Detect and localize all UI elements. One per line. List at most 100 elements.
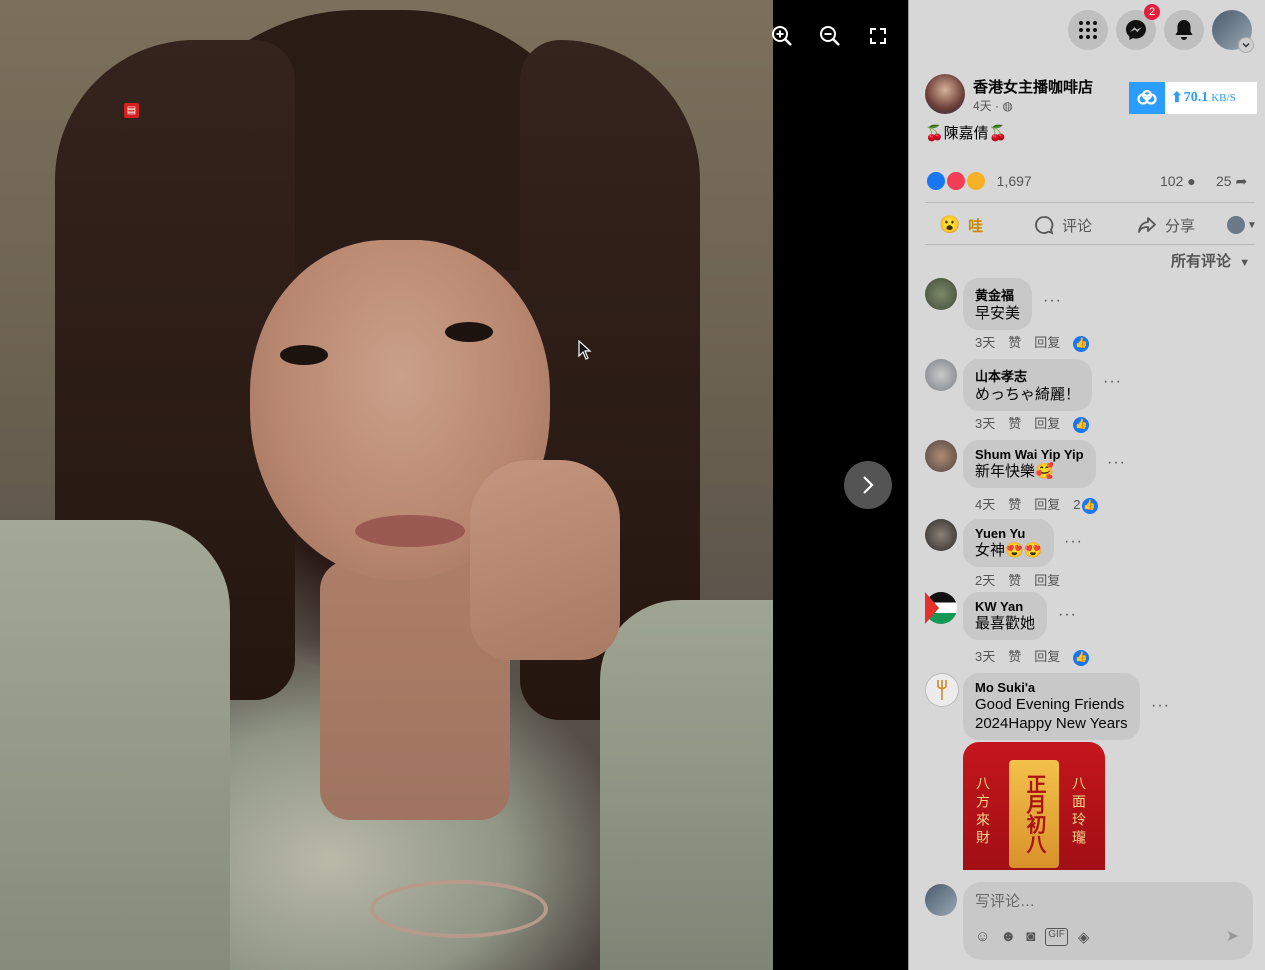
avatar-sticker-icon[interactable]: ☺: [975, 928, 990, 946]
account-chevron-icon[interactable]: [1238, 37, 1254, 53]
react-label: 哇: [968, 217, 984, 235]
wow-icon: 😮: [939, 215, 961, 234]
more-options-icon[interactable]: ···: [1043, 292, 1062, 310]
like-link[interactable]: 赞: [1008, 573, 1021, 588]
share-label: 分享: [1165, 217, 1196, 235]
comment-sort-dropdown[interactable]: 所有评论 ▼: [1171, 250, 1250, 271]
more-options-icon[interactable]: ···: [1058, 606, 1077, 624]
commenter-name[interactable]: Yuen Yu: [975, 526, 1042, 541]
commenter-name[interactable]: 山本孝志: [975, 366, 1080, 385]
composer-avatar[interactable]: [925, 884, 957, 916]
commenter-name[interactable]: 黄金福: [975, 285, 1020, 304]
messenger-button[interactable]: 2: [1116, 4, 1160, 50]
like-link[interactable]: 赞: [1008, 649, 1021, 664]
reply-link[interactable]: 回复: [1034, 573, 1060, 588]
like-reaction-icon[interactable]: [925, 170, 947, 192]
speed-value: 70.1: [1183, 90, 1209, 105]
gif-icon[interactable]: GIF: [1045, 928, 1068, 946]
share-count[interactable]: 25 ➦: [1216, 173, 1247, 190]
like-badge-icon[interactable]: 👍: [1081, 497, 1098, 514]
more-options-icon[interactable]: ···: [1151, 697, 1170, 715]
reply-link[interactable]: 回复: [1034, 649, 1060, 664]
commenter-avatar[interactable]: [925, 519, 957, 551]
photo-lips: [355, 515, 465, 547]
zoom-out-icon[interactable]: [814, 20, 846, 52]
page-name[interactable]: 香港女主播咖啡店: [973, 76, 1093, 97]
page-avatar[interactable]: [925, 74, 965, 114]
reply-link[interactable]: 回复: [1034, 335, 1060, 350]
photo-eye-left: [280, 345, 328, 365]
like-link[interactable]: 赞: [1008, 335, 1021, 350]
like-badge-icon[interactable]: 👍: [1073, 649, 1090, 666]
comment-count[interactable]: 102 ●: [1160, 173, 1196, 189]
zoom-in-icon[interactable]: [766, 20, 798, 52]
comment-text: 女神😍😍: [975, 542, 1043, 559]
comment-time[interactable]: 3天: [975, 649, 995, 664]
comment-text: 最喜歡她: [975, 615, 1036, 632]
emoji-icon[interactable]: ☻: [1000, 928, 1016, 946]
comment-time[interactable]: 4天: [975, 497, 995, 512]
comment-text: 新年快樂🥰: [975, 463, 1054, 480]
commenter-avatar[interactable]: [925, 359, 957, 391]
more-options-icon[interactable]: ···: [1064, 533, 1083, 551]
notifications-button[interactable]: [1164, 10, 1204, 50]
react-button[interactable]: 😮 哇: [939, 212, 983, 238]
like-badge-icon[interactable]: 👍: [1073, 416, 1090, 433]
like-badge-icon[interactable]: 👍: [1073, 335, 1090, 352]
comment-time[interactable]: 2天: [975, 573, 995, 588]
comment-input[interactable]: 写评论…: [975, 890, 1035, 911]
caret-down-icon: ▼: [1247, 219, 1257, 231]
share-button[interactable]: 分享: [1137, 212, 1195, 238]
post-photo[interactable]: [0, 0, 773, 970]
divider: [925, 244, 1255, 245]
photo-bracelet: [370, 880, 548, 938]
comment-icon: [1035, 216, 1054, 235]
share-arrow-icon: ➦: [1235, 173, 1248, 189]
send-icon[interactable]: ➤: [1226, 926, 1239, 946]
red-tag-icon[interactable]: ▤: [124, 103, 139, 118]
love-reaction-icon[interactable]: [944, 170, 967, 192]
comment-bubble: Mo Suki'a Good Evening Friends 2024Happy…: [963, 673, 1140, 740]
like-link[interactable]: 赞: [1008, 416, 1021, 431]
like-count[interactable]: 2: [1073, 497, 1080, 512]
more-options-icon[interactable]: ···: [1103, 373, 1122, 391]
photo-eye-right: [445, 322, 493, 342]
comment-composer[interactable]: 写评论… ☺ ☻ ◙ GIF ◈ ➤: [963, 882, 1253, 960]
globe-icon: ◍: [1002, 99, 1013, 113]
commenter-name[interactable]: Mo Suki'a: [975, 680, 1128, 695]
like-link[interactable]: 赞: [1008, 497, 1021, 512]
sticker-icon[interactable]: ◈: [1078, 928, 1090, 946]
camera-icon[interactable]: ◙: [1026, 928, 1035, 946]
reply-link[interactable]: 回复: [1034, 416, 1060, 431]
reply-link[interactable]: 回复: [1034, 497, 1060, 512]
network-speed-widget: ⬆ 70.1 KB/S: [1129, 82, 1257, 114]
small-avatar: [1227, 216, 1245, 234]
grid-icon: [1079, 21, 1097, 39]
reaction-count[interactable]: 1,697: [997, 173, 1032, 189]
fullscreen-icon[interactable]: [862, 20, 894, 52]
sort-label: 所有评论: [1171, 253, 1232, 270]
next-photo-button[interactable]: [844, 461, 892, 509]
comment-count-text[interactable]: 102: [1160, 173, 1183, 189]
post-time-text[interactable]: 4天 ·: [973, 99, 1002, 113]
commenter-avatar[interactable]: [925, 673, 959, 707]
comment-button[interactable]: 评论: [1034, 212, 1092, 238]
commenter-name[interactable]: KW Yan: [975, 599, 1035, 614]
comment-time[interactable]: 3天: [975, 335, 995, 350]
upload-arrow-icon: ⬆: [1171, 90, 1183, 106]
more-options-icon[interactable]: ···: [1107, 454, 1126, 472]
post-time[interactable]: 4天 · ◍: [973, 97, 1013, 114]
share-count-text[interactable]: 25: [1216, 173, 1232, 189]
comment-time[interactable]: 3天: [975, 416, 995, 431]
comment-image[interactable]: 八方來財 正月初八 八面玲瓏: [963, 742, 1105, 870]
menu-grid-button[interactable]: [1068, 10, 1108, 50]
commenter-avatar[interactable]: [925, 440, 957, 472]
divider: [925, 202, 1255, 203]
share-icon: [1138, 217, 1156, 233]
bell-icon: [1175, 20, 1193, 40]
commenter-avatar[interactable]: [925, 278, 957, 310]
wow-reaction-icon[interactable]: [964, 170, 987, 192]
reaction-as-selector[interactable]: ▼: [1227, 212, 1257, 238]
commenter-name[interactable]: Shum Wai Yip Yip: [975, 447, 1084, 462]
commenter-avatar[interactable]: [925, 592, 957, 624]
